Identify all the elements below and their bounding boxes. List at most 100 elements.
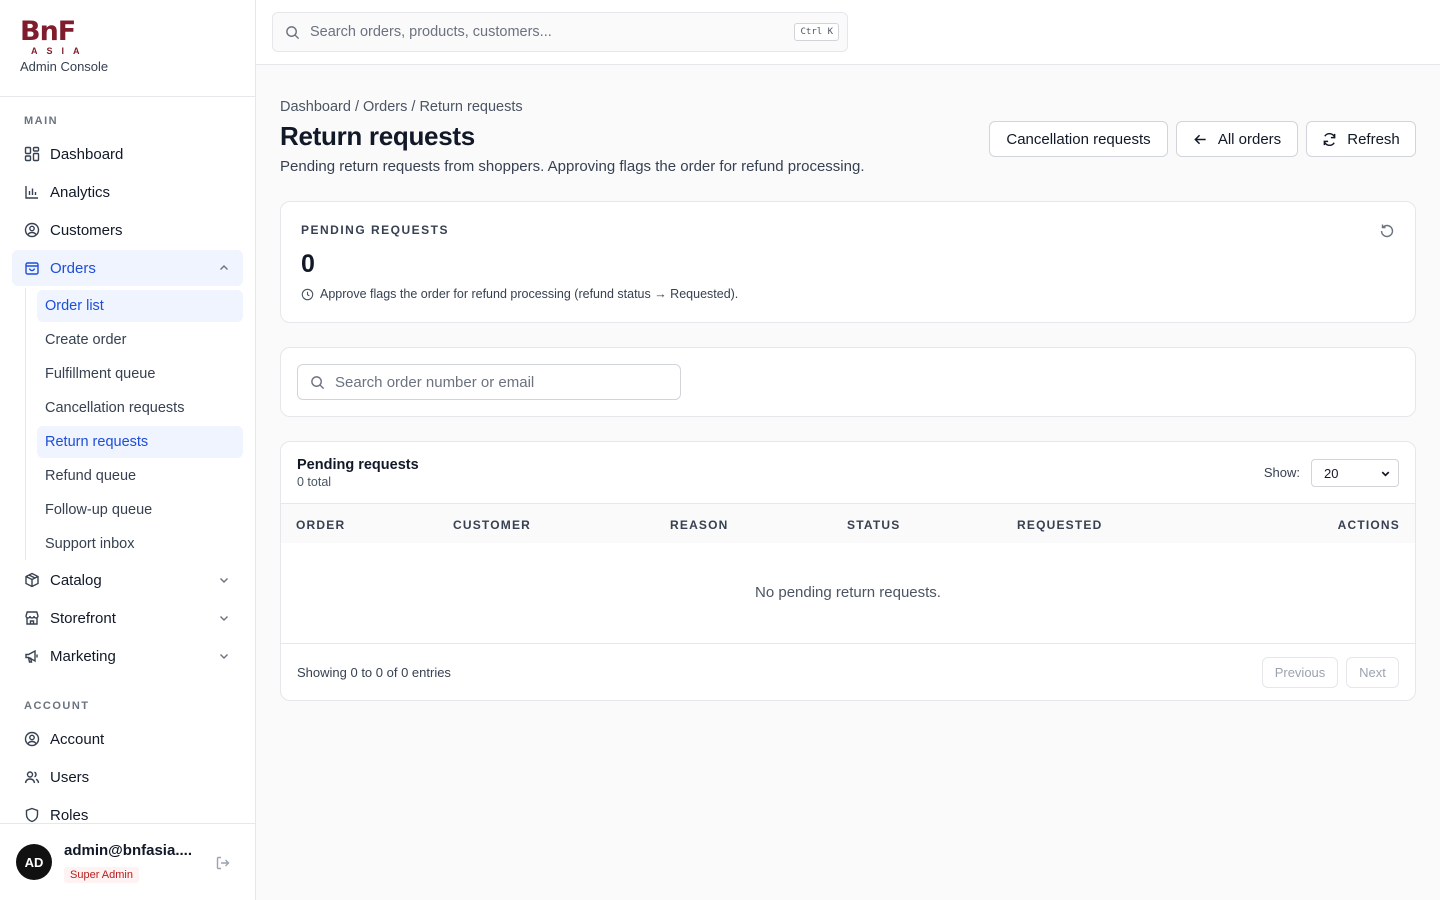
sidebar-subitem-order-list[interactable]: Order list	[37, 290, 243, 322]
sidebar-item-label: Analytics	[50, 183, 111, 201]
sidebar-subitem-refund-queue[interactable]: Refund queue	[37, 460, 243, 492]
brand-logo[interactable]: BnF	[20, 18, 235, 46]
shopping-bag-icon	[25, 262, 39, 275]
sidebar-item-label: Orders	[50, 259, 96, 277]
sidebar-item-users[interactable]: Users	[12, 759, 243, 795]
logout-icon[interactable]	[215, 855, 231, 871]
section-label-main: MAIN	[24, 115, 59, 127]
sidebar-item-label: Account	[50, 730, 105, 748]
previous-button[interactable]: Previous	[1262, 657, 1338, 688]
refresh-icon	[1323, 132, 1336, 146]
shortcut-hint: Ctrl K	[794, 23, 839, 41]
user-email: admin@bnfasia....	[64, 842, 192, 859]
sidebar-item-analytics[interactable]: Analytics	[12, 174, 243, 210]
stat-value: 0	[301, 250, 315, 278]
topbar: Ctrl K	[256, 0, 1440, 65]
sidebar-item-customers[interactable]: Customers	[12, 212, 243, 248]
sidebar-item-marketing[interactable]: Marketing	[12, 638, 243, 674]
filter-card	[280, 347, 1416, 417]
chevron-down-icon[interactable]	[217, 573, 231, 587]
sidebar-item-label: Marketing	[50, 647, 116, 665]
role-badge: Super Admin	[64, 867, 139, 883]
column-reason: REASON	[670, 518, 729, 532]
cancellation-requests-button[interactable]: Cancellation requests	[989, 121, 1168, 157]
sidebar-subitem-fulfillment-queue[interactable]: Fulfillment queue	[37, 358, 243, 390]
sidebar-item-storefront[interactable]: Storefront	[12, 600, 243, 636]
button-label: Refresh	[1347, 130, 1400, 148]
chevron-up-icon[interactable]	[217, 261, 231, 275]
sidebar-item-orders[interactable]: Orders	[12, 250, 243, 286]
breadcrumb-current: Return requests	[419, 99, 523, 115]
page-size-value: 20	[1324, 465, 1339, 481]
breadcrumb: Dashboard / Orders / Return requests	[280, 99, 523, 115]
breadcrumb-separator: /	[411, 99, 416, 115]
sidebar-item-label: Users	[50, 768, 90, 786]
order-search-input[interactable]	[335, 373, 665, 391]
stat-label: PENDING REQUESTS	[301, 223, 450, 237]
global-search-input[interactable]	[310, 24, 780, 40]
sidebar-item-account[interactable]: Account	[12, 721, 243, 757]
requests-table-card: Pending requests 0 total Show: 20 ORDER …	[280, 441, 1416, 701]
column-status: STATUS	[847, 518, 901, 532]
sidebar-subitem-follow-up-queue[interactable]: Follow-up queue	[37, 494, 243, 526]
megaphone-icon	[25, 649, 38, 663]
column-requested: REQUESTED	[1017, 518, 1103, 532]
page-size-label: Show:	[1263, 465, 1300, 480]
sidebar-item-label: Roles	[50, 806, 89, 824]
page-size-select[interactable]: 20	[1311, 459, 1399, 487]
users-icon	[24, 771, 40, 784]
page-subtitle: Pending return requests from shoppers. A…	[280, 158, 865, 175]
section-label-account: ACCOUNT	[24, 700, 90, 712]
sidebar-item-dashboard[interactable]: Dashboard	[12, 136, 243, 172]
breadcrumb-orders[interactable]: Orders	[363, 99, 407, 115]
sidebar: BnF ASIA Admin Console MAIN Dashboard An…	[0, 0, 256, 900]
breadcrumb-separator: /	[354, 99, 359, 115]
sidebar-subitem-return-requests[interactable]: Return requests	[37, 426, 243, 458]
search-icon	[286, 25, 300, 39]
user-area: AD admin@bnfasia.... Super Admin	[0, 823, 255, 900]
user-circle-icon	[24, 731, 40, 747]
arrow-left-icon	[1194, 134, 1206, 144]
dashboard-icon	[24, 146, 40, 162]
sidebar-subitem-create-order[interactable]: Create order	[37, 324, 243, 356]
refresh-button[interactable]: Refresh	[1306, 121, 1416, 157]
stat-note-text: Approve flags the order for refund proce…	[320, 287, 739, 301]
sidebar-item-label: Catalog	[50, 571, 102, 589]
sidebar-item-catalog[interactable]: Catalog	[12, 562, 243, 598]
sidebar-subitem-support-inbox[interactable]: Support inbox	[37, 528, 243, 560]
breadcrumb-dashboard[interactable]: Dashboard	[280, 99, 351, 115]
subnav-line	[25, 288, 26, 560]
order-search[interactable]	[297, 364, 681, 400]
next-button[interactable]: Next	[1346, 657, 1399, 688]
bar-chart-icon	[25, 186, 38, 199]
user-circle-icon	[24, 222, 40, 238]
box-icon	[25, 572, 39, 588]
chevron-down-icon[interactable]	[217, 649, 231, 663]
chevron-down-icon[interactable]	[217, 611, 231, 625]
page-title: Return requests	[280, 121, 475, 151]
sidebar-subitem-cancellation-requests[interactable]: Cancellation requests	[37, 392, 243, 424]
column-customer: CUSTOMER	[453, 518, 532, 532]
search-icon	[311, 375, 325, 389]
sidebar-item-label: Storefront	[50, 609, 116, 627]
stat-note: Approve flags the order for refund proce…	[301, 287, 738, 301]
brand: BnF ASIA Admin Console	[0, 0, 255, 97]
sidebar-item-label: Dashboard	[50, 145, 124, 163]
global-search[interactable]: Ctrl K	[272, 12, 848, 52]
pending-stat-card: PENDING REQUESTS 0 Approve flags the ord…	[280, 201, 1416, 323]
all-orders-button[interactable]: All orders	[1176, 121, 1298, 157]
column-actions: ACTIONS	[1337, 518, 1400, 532]
table-footer: Showing 0 to 0 of 0 entries Previous Nex…	[281, 643, 1415, 700]
brand-logo-sub: ASIA	[31, 46, 89, 56]
button-label: All orders	[1217, 130, 1282, 148]
table-header: ORDER CUSTOMER REASON STATUS REQUESTED A…	[281, 503, 1415, 543]
chevron-down-icon	[1381, 471, 1390, 477]
table-count: 0 total	[297, 475, 332, 489]
column-order: ORDER	[296, 518, 346, 532]
empty-state: No pending return requests.	[755, 584, 941, 601]
avatar[interactable]: AD	[16, 844, 52, 880]
reload-icon[interactable]	[1379, 223, 1395, 239]
brand-caption: Admin Console	[20, 59, 109, 74]
sidebar-item-label: Customers	[50, 221, 123, 239]
clock-icon	[301, 288, 314, 300]
